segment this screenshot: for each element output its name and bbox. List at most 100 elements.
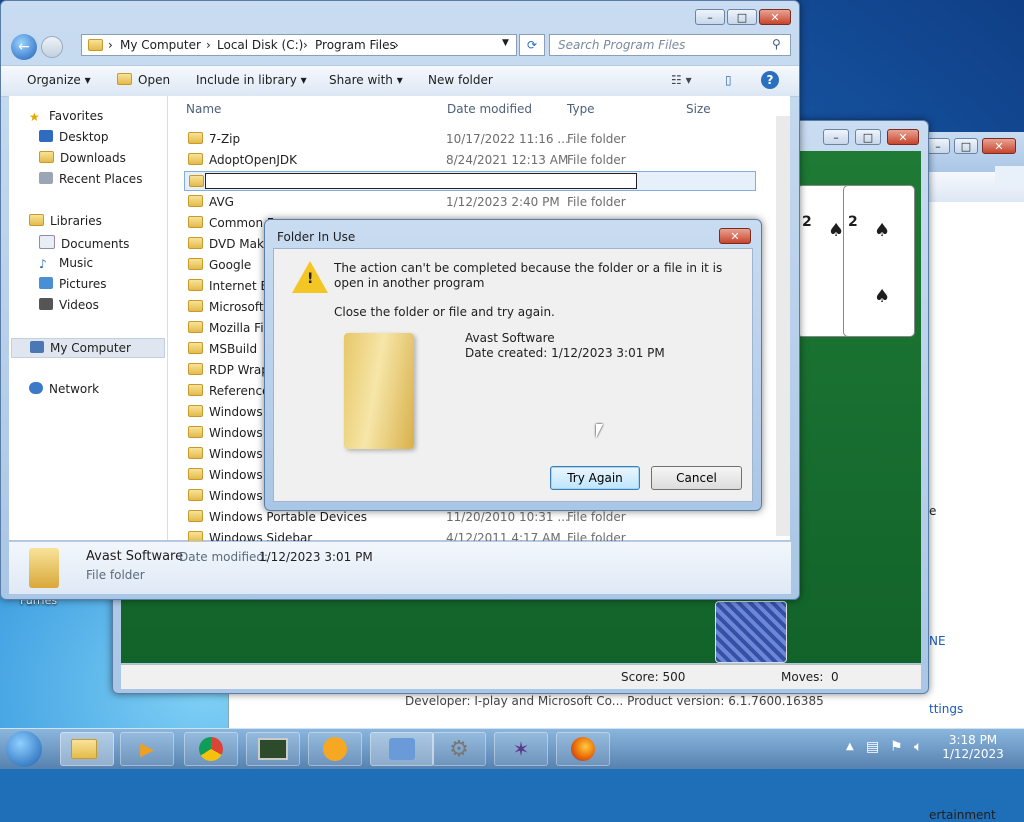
- organize-menu[interactable]: Organize ▾: [27, 73, 91, 87]
- breadcrumb-item[interactable]: My Computer: [120, 38, 201, 52]
- clock-date: 1/12/2023: [942, 747, 1004, 761]
- nav-pictures[interactable]: Pictures: [39, 277, 107, 291]
- row-name-text: AdoptOpenJDK: [209, 153, 297, 167]
- taskbar-games[interactable]: [370, 732, 434, 766]
- nav-desktop[interactable]: Desktop: [39, 130, 109, 144]
- folder-icon: [188, 153, 203, 165]
- music-icon: ♪: [39, 257, 47, 271]
- show-hidden-icons-icon[interactable]: ▲: [846, 741, 854, 752]
- dialog-title: Folder In Use: [277, 230, 356, 244]
- row-name-text: MSBuild: [209, 342, 258, 356]
- table-row[interactable]: AdoptOpenJDK 8/24/2021 12:13 AM File folde…: [184, 150, 756, 170]
- search-box[interactable]: Search Program Files ⚲: [549, 34, 791, 56]
- start-button[interactable]: [6, 731, 42, 767]
- taskbar-settings[interactable]: ⚙: [432, 732, 486, 766]
- minimize-button[interactable]: –: [823, 129, 849, 145]
- nav-recent-places[interactable]: Recent Places: [39, 172, 142, 186]
- organize-label: Organize: [27, 73, 81, 87]
- try-again-button[interactable]: Try Again: [550, 466, 640, 490]
- breadcrumb-item[interactable]: Program Files: [315, 38, 396, 52]
- include-in-library-menu[interactable]: Include in library ▾: [196, 73, 307, 87]
- taskbar-chrome[interactable]: [184, 732, 238, 766]
- refresh-icon[interactable]: ⟳: [519, 34, 545, 56]
- item-name: Avast Software: [465, 331, 555, 345]
- forward-arrow-icon[interactable]: [41, 36, 63, 58]
- nav-libraries[interactable]: Libraries: [29, 214, 102, 228]
- clock[interactable]: 3:18 PM 1/12/2023: [940, 733, 1006, 761]
- recent-places-icon: [39, 172, 53, 184]
- videos-icon: [39, 298, 53, 310]
- playing-card[interactable]: 2 ♠ ♠: [843, 185, 915, 337]
- volume-icon[interactable]: 🔈︎: [914, 739, 922, 755]
- minimize-button[interactable]: –: [695, 9, 725, 25]
- taskbar-monitor[interactable]: [246, 732, 300, 766]
- nav-label: Network: [49, 382, 100, 396]
- nav-music[interactable]: ♪ Music: [39, 256, 93, 271]
- spade-icon: ♠: [874, 220, 891, 241]
- moves-value: 0: [831, 670, 839, 684]
- libraries-icon: [29, 214, 44, 226]
- nav-network[interactable]: Network: [29, 382, 99, 396]
- close-button[interactable]: ✕: [719, 228, 751, 244]
- view-options-icon[interactable]: ☷ ▾: [671, 73, 692, 87]
- row-name: Windows Portable Devices: [188, 510, 367, 524]
- search-icon[interactable]: ⚲: [772, 37, 781, 51]
- vertical-scrollbar[interactable]: [776, 116, 790, 536]
- preview-pane-icon[interactable]: ▯: [725, 73, 732, 87]
- new-folder-button[interactable]: New folder: [428, 73, 493, 87]
- row-name: Mozilla Fire: [188, 321, 276, 335]
- folder-icon: [188, 195, 203, 207]
- folder-icon: [188, 321, 203, 333]
- maximize-button[interactable]: □: [727, 9, 757, 25]
- minimize-button[interactable]: –: [926, 138, 950, 154]
- taskbar-firefox[interactable]: [556, 732, 610, 766]
- open-label: Open: [138, 73, 171, 87]
- column-header-type[interactable]: Type: [567, 102, 595, 116]
- maximize-button[interactable]: □: [954, 138, 978, 154]
- nav-downloads[interactable]: Downloads: [39, 151, 126, 165]
- selected-row[interactable]: [184, 171, 756, 191]
- nav-documents[interactable]: Documents: [39, 235, 129, 251]
- dialog-body: ! The action can't be completed because …: [273, 248, 753, 502]
- documents-icon: [39, 235, 55, 249]
- close-button[interactable]: ✕: [887, 129, 919, 145]
- games-explorer-link[interactable]: NE: [929, 634, 946, 648]
- row-type: File folder: [567, 132, 626, 146]
- address-bar[interactable]: › My Computer › Local Disk (C:) › Progra…: [81, 34, 517, 56]
- row-type: File folder: [567, 510, 626, 524]
- close-button[interactable]: ✕: [982, 138, 1016, 154]
- maximize-button[interactable]: □: [855, 129, 881, 145]
- gear-icon: ⚙: [449, 736, 469, 762]
- help-icon[interactable]: ?: [761, 71, 779, 89]
- folder-icon: [188, 300, 203, 312]
- nav-my-computer[interactable]: My Computer: [11, 338, 165, 358]
- table-row[interactable]: 7-Zip 10/17/2022 11:16 ... File folder: [184, 129, 756, 149]
- nav-videos[interactable]: Videos: [39, 298, 99, 312]
- taskbar-media[interactable]: ▶: [120, 732, 174, 766]
- row-name-text: Windows Portable Devices: [209, 510, 367, 524]
- card-stock-pile[interactable]: [715, 601, 787, 663]
- column-header-name[interactable]: Name: [186, 102, 221, 116]
- taskbar-explorer[interactable]: [60, 732, 114, 766]
- taskbar-spider-solitaire[interactable]: ✶: [494, 732, 548, 766]
- network-tray-icon[interactable]: ▤: [866, 739, 879, 755]
- taskbar-vpn[interactable]: [308, 732, 362, 766]
- cancel-button[interactable]: Cancel: [651, 466, 742, 490]
- share-with-menu[interactable]: Share with ▾: [329, 73, 403, 87]
- action-center-flag-icon[interactable]: ⚑: [890, 739, 903, 755]
- games-explorer-link[interactable]: ttings: [929, 702, 963, 716]
- chevron-down-icon[interactable]: ▼: [502, 38, 509, 48]
- nav-favorites[interactable]: ★ Favorites: [29, 109, 103, 124]
- details-kind: File folder: [86, 568, 145, 582]
- breadcrumb-separator-icon: ›: [303, 38, 308, 52]
- breadcrumb-item[interactable]: Local Disk (C:): [217, 38, 303, 52]
- breadcrumb-separator-icon: ›: [394, 38, 399, 52]
- rename-input[interactable]: [205, 173, 637, 189]
- column-header-size[interactable]: Size: [686, 102, 711, 116]
- open-button[interactable]: Open: [117, 73, 170, 87]
- row-name: DVD Maker: [188, 237, 276, 251]
- back-arrow-icon[interactable]: ←: [11, 34, 37, 60]
- table-row[interactable]: AVG 1/12/2023 2:40 PM File folder: [184, 192, 756, 212]
- column-header-date[interactable]: Date modified: [447, 102, 532, 116]
- close-button[interactable]: ✕: [759, 9, 791, 25]
